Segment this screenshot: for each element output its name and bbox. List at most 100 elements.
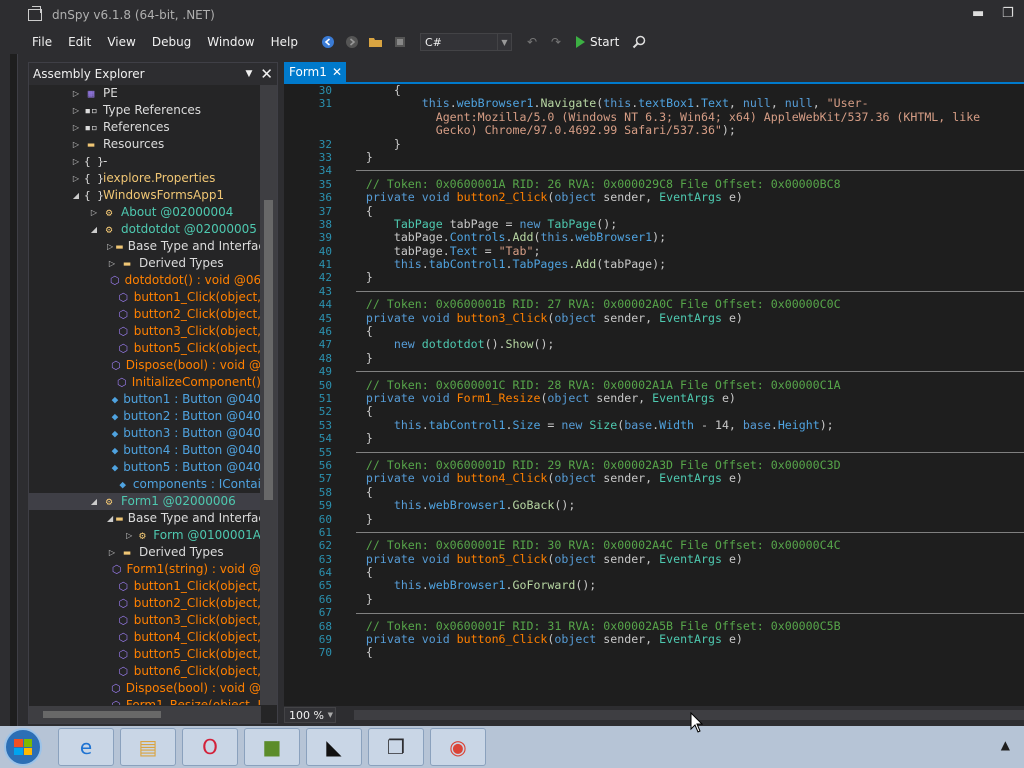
tree-node[interactable]: ◢ ⚙ Form1 @02000006	[29, 493, 261, 510]
tree-node[interactable]: ⬡ Form1_Resize(object, I	[29, 697, 261, 705]
tree-node[interactable]: ⬡ button2_Click(object,	[29, 306, 261, 323]
tree-node[interactable]: ⬡ button6_Click(object,	[29, 663, 261, 680]
tree-node[interactable]: ⬡ dotdotdot() : void @06	[29, 272, 261, 289]
open-folder-icon[interactable]	[366, 32, 386, 52]
tree-node[interactable]: ◢ ⚙ dotdotdot @02000005	[29, 221, 261, 238]
code-token: );	[652, 230, 667, 245]
panel-menu-icon[interactable]: ▼	[246, 69, 253, 79]
menu-file[interactable]: File	[24, 30, 60, 54]
expand-toggle-icon[interactable]: ▷	[71, 170, 81, 187]
tree-node[interactable]: ▷ ▬ Derived Types	[29, 255, 261, 272]
menu-edit[interactable]: Edit	[60, 30, 99, 54]
windows-start-button[interactable]	[4, 728, 42, 766]
line-number: 31	[318, 97, 332, 111]
start-button[interactable]: Start	[570, 35, 625, 49]
expand-toggle-icon[interactable]: ▷	[89, 204, 99, 221]
close-icon[interactable]: ✕	[260, 65, 273, 83]
redo-icon[interactable]: ↷	[546, 32, 566, 52]
tree-node[interactable]: ▷ ▪▫ Type References	[29, 102, 261, 119]
open-list-icon[interactable]	[390, 32, 410, 52]
language-select[interactable]: C# ▼	[419, 33, 512, 51]
tree-node[interactable]: ◆ button5 : Button @040	[29, 459, 261, 476]
undo-icon[interactable]: ↶	[522, 32, 542, 52]
tree-node-label: Form1(string) : void @	[126, 562, 261, 576]
tree-node[interactable]: ▷ ⚙ About @02000004	[29, 204, 261, 221]
forward-icon[interactable]	[342, 32, 362, 52]
expand-toggle-icon[interactable]: ▷	[71, 102, 81, 119]
back-icon[interactable]	[318, 32, 338, 52]
expand-toggle-icon[interactable]: ▷	[107, 255, 117, 272]
taskbar-amd-button[interactable]: ◣	[306, 728, 362, 766]
tray-overflow-arrow[interactable]: ▲	[1001, 738, 1010, 752]
tree-node[interactable]: ▷ ▬ Base Type and Interfac	[29, 238, 261, 255]
taskbar-opera-button[interactable]: O	[182, 728, 238, 766]
tree-node[interactable]: ⬡ Dispose(bool) : void @	[29, 357, 261, 374]
tree-node[interactable]: ⬡ button5_Click(object,	[29, 340, 261, 357]
tree-node[interactable]: ▷{ } -	[29, 153, 261, 170]
expand-toggle-icon[interactable]: ◢	[71, 187, 81, 204]
explorer-horizontal-scrollbar[interactable]	[29, 706, 261, 723]
expand-toggle-icon[interactable]: ▷	[71, 85, 81, 102]
tree-node[interactable]: ⬡ button3_Click(object,	[29, 323, 261, 340]
code-editor[interactable]: 30 31 32 33 34 35 36 37 38 39 40 41 42 43 44 45 46 47 48 49…	[284, 84, 1024, 706]
menu-window[interactable]: Window	[199, 30, 262, 54]
code-token: // Token: 0x0600001D RID: 29 RVA: 0x0000…	[338, 457, 841, 472]
expand-toggle-icon[interactable]: ◢	[107, 510, 113, 527]
taskbar-ie-button[interactable]: e	[58, 728, 114, 766]
tree-node[interactable]: ⬡ InitializeComponent()	[29, 374, 261, 391]
tree-node[interactable]: ▷{ } iexplore.Properties	[29, 170, 261, 187]
editor-horizontal-scrollbar[interactable]	[354, 710, 1024, 720]
tree-node[interactable]: ▷ ▬ Derived Types	[29, 544, 261, 561]
tree-node[interactable]: ◆ button1 : Button @040	[29, 391, 261, 408]
tab-form1[interactable]: Form1 ✕	[284, 62, 346, 82]
expand-toggle-icon[interactable]: ▷	[71, 119, 81, 136]
tree-node[interactable]: ▷ ▦ PE	[29, 85, 261, 102]
taskbar-opera-icon: O	[202, 735, 218, 759]
tree-node[interactable]: ◆ components : IContai	[29, 476, 261, 493]
expand-toggle-icon[interactable]: ▷	[71, 153, 81, 170]
taskbar-minecraft-button[interactable]: ■	[244, 728, 300, 766]
line-number	[284, 124, 336, 137]
expand-toggle-icon[interactable]: ◢	[89, 493, 99, 510]
tree-node[interactable]: ⬡ button2_Click(object,	[29, 595, 261, 612]
tree-node-icon: ⬡	[118, 614, 129, 627]
tree-node[interactable]: ◆ button2 : Button @040	[29, 408, 261, 425]
expand-toggle-icon[interactable]: ▷	[107, 238, 113, 255]
expand-toggle-icon[interactable]: ◢	[89, 221, 99, 238]
tree-node[interactable]: ◆ button3 : Button @040	[29, 425, 261, 442]
tree-node[interactable]: ◢ ▬ Base Type and Interfac	[29, 510, 261, 527]
taskbar-chrome-button[interactable]: ◉	[430, 728, 486, 766]
tree-node[interactable]: ⬡ button3_Click(object,	[29, 612, 261, 629]
tree-node[interactable]: ⬡ Form1(string) : void @	[29, 561, 261, 578]
code-token: webBrowser1	[428, 578, 506, 593]
zoom-select[interactable]: 100 % ▼	[284, 707, 336, 723]
explorer-vertical-scrollbar[interactable]	[260, 85, 277, 705]
tree-node[interactable]: ⬡ button4_Click(object,	[29, 629, 261, 646]
expand-toggle-icon[interactable]: ▷	[71, 136, 81, 153]
menu-help[interactable]: Help	[263, 30, 306, 54]
menu-debug[interactable]: Debug	[144, 30, 199, 54]
tree-node[interactable]: ▷ ⚙ Form @0100001A	[29, 527, 261, 544]
expand-toggle-icon[interactable]: ▷	[107, 544, 117, 561]
tree-node[interactable]: ◆ button4 : Button @040	[29, 442, 261, 459]
tree-node[interactable]: ⬡ button5_Click(object,	[29, 646, 261, 663]
code-token: // Token: 0x0600001E RID: 30 RVA: 0x0000…	[338, 538, 841, 553]
tree-node[interactable]: ◢{ } WindowsFormsApp1	[29, 187, 261, 204]
code-token: tabControl1	[428, 417, 506, 432]
line-number: 60	[318, 512, 332, 526]
search-icon[interactable]	[629, 32, 649, 52]
taskbar-dnspy-button[interactable]: ❐	[368, 728, 424, 766]
menu-view[interactable]: View	[99, 30, 143, 54]
expand-toggle-icon[interactable]: ▷	[125, 527, 133, 544]
tree-node[interactable]: ⬡ button1_Click(object,	[29, 289, 261, 306]
minimize-button[interactable]: ▬	[972, 6, 984, 21]
tree-node-icon: ⬡	[118, 308, 129, 321]
tree-node[interactable]: ⬡ button1_Click(object,	[29, 578, 261, 595]
maximize-button[interactable]: ❐	[1002, 6, 1014, 21]
code-token: sender,	[603, 551, 660, 566]
tree-node[interactable]: ⬡ Dispose(bool) : void @	[29, 680, 261, 697]
tree-node[interactable]: ▷ ▬ Resources	[29, 136, 261, 153]
taskbar-explorer-button[interactable]: ▤	[120, 728, 176, 766]
close-icon[interactable]: ✕	[332, 65, 342, 79]
tree-node[interactable]: ▷ ▪▫ References	[29, 119, 261, 136]
